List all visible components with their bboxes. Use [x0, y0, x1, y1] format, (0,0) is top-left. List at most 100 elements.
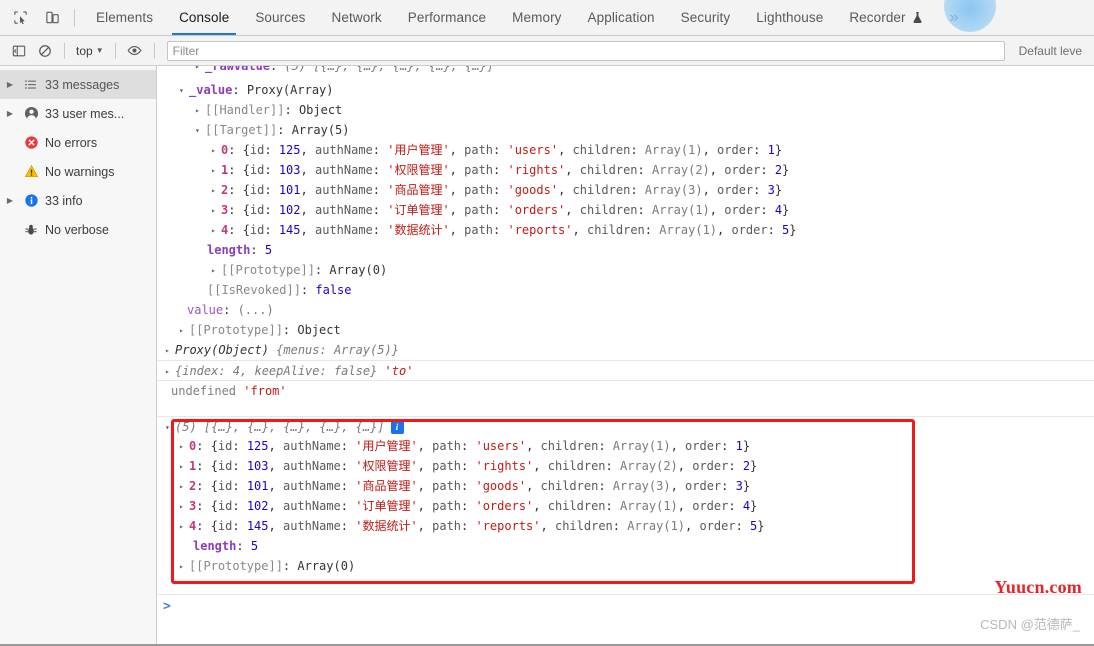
brace: } [757, 519, 765, 533]
inspect-element-icon[interactable] [8, 6, 32, 30]
boxed-array-header[interactable]: ▾ (5) [{…}, {…}, {…}, {…}, {…}] i [157, 416, 1094, 436]
sidebar-item-user-messages[interactable]: ▶ 33 user mes... [0, 99, 156, 128]
log-line-target[interactable]: ▾ [[Target]]: Array(5) [157, 120, 1094, 140]
chevron-right-icon[interactable]: ▸ [165, 362, 175, 382]
chevron-right-icon[interactable]: ▸ [179, 557, 189, 577]
log-line-proxy-object[interactable]: ▸ Proxy(Object) {menus: Array(5)} [157, 340, 1094, 360]
colon: : [598, 439, 613, 453]
console-prompt-row[interactable]: > [157, 594, 1094, 618]
filter-input[interactable] [166, 40, 1005, 61]
tab-lighthouse[interactable]: Lighthouse [743, 0, 836, 35]
sidebar-item-verbose[interactable]: ▶ No verbose [0, 215, 156, 244]
sidebar-item-messages[interactable]: ▶ 33 messages [0, 70, 156, 99]
tab-performance[interactable]: Performance [395, 0, 499, 35]
log-line-route-to[interactable]: ▸ {index: 4, keepAlive: false} 'to' [157, 360, 1094, 380]
object-prototype-row[interactable]: ▸ [[Prototype]]: Object [157, 320, 1094, 340]
more-tabs-button[interactable]: » [936, 0, 973, 35]
sidebar-item-errors[interactable]: ▶ No errors [0, 128, 156, 157]
chevron-right-icon[interactable]: ▸ [179, 497, 189, 517]
target-row-4[interactable]: ▸ 4: {id: 145, authName: '数据统计', path: 'r… [157, 220, 1094, 240]
colon: : [196, 499, 211, 513]
value-plain-value[interactable]: (...) [238, 303, 274, 317]
log-line-value[interactable]: ▾ _value: Proxy(Array) [157, 80, 1094, 100]
console-scroll-area[interactable]: ▸ _rawValue: (5) [{…}, {…}, {…}, {…}, {…}… [157, 66, 1094, 646]
key-order: order [717, 143, 754, 157]
boxed-row-2[interactable]: ▸ 2: {id: 101, authName: '商品管理', path: 'g… [157, 476, 1094, 496]
tab-recorder-label: Recorder [849, 10, 906, 25]
target-row-2[interactable]: ▸ 2: {id: 101, authName: '商品管理', path: 'g… [157, 180, 1094, 200]
live-expression-icon[interactable] [124, 40, 146, 62]
chevron-right-icon[interactable]: ▸ [179, 437, 189, 457]
sidebar-item-warnings[interactable]: ▶ No warnings [0, 157, 156, 186]
target-row-0[interactable]: ▸ 0: {id: 125, authName: '用户管理', path: 'u… [157, 140, 1094, 160]
tab-application[interactable]: Application [575, 0, 668, 35]
value-path: 'rights' [507, 163, 566, 177]
value-order: 1 [767, 143, 775, 157]
colon: : [228, 143, 243, 157]
chevron-down-icon[interactable]: ▾ [179, 81, 189, 101]
device-toolbar-icon[interactable] [40, 6, 64, 30]
tab-memory[interactable]: Memory [499, 0, 574, 35]
tab-recorder[interactable]: Recorder [836, 0, 935, 35]
log-line-rawvalue[interactable]: ▸ _rawValue: (5) [{…}, {…}, {…}, {…}, {…}… [157, 66, 1094, 80]
boxed-prototype-row[interactable]: ▸ [[Prototype]]: Array(0) [157, 556, 1094, 576]
chevron-right-icon[interactable]: ▸ [179, 477, 189, 497]
colon: : [461, 459, 476, 473]
chevron-right-icon[interactable]: ▸ [211, 181, 221, 201]
tab-console[interactable]: Console [166, 0, 242, 35]
colon: : [232, 499, 247, 513]
tab-elements[interactable]: Elements [83, 0, 166, 35]
boxed-row-1[interactable]: ▸ 1: {id: 103, authName: '权限管理', path: 'r… [157, 456, 1094, 476]
info-badge-icon[interactable]: i [390, 421, 404, 434]
colon: : [630, 183, 645, 197]
chevron-right-icon[interactable]: ▸ [211, 201, 221, 221]
key-children: children [540, 479, 599, 493]
tab-sources[interactable]: Sources [242, 0, 318, 35]
colon: : [721, 479, 736, 493]
chevron-down-icon[interactable]: ▾ [195, 121, 205, 141]
chevron-right-icon[interactable]: ▸ [211, 221, 221, 241]
chevron-right-icon[interactable]: ▶ [3, 196, 17, 205]
chevron-right-icon[interactable]: ▸ [211, 161, 221, 181]
tab-network[interactable]: Network [319, 0, 395, 35]
tab-console-label: Console [179, 10, 230, 25]
comma: , [417, 479, 433, 493]
chevron-right-icon[interactable]: ▶ [3, 80, 17, 89]
execution-context-selector[interactable]: top ▼ [73, 44, 107, 58]
console-log-panel[interactable]: ▸ _rawValue: (5) [{…}, {…}, {…}, {…}, {…}… [157, 66, 1094, 646]
sidebar-item-info[interactable]: ▶ 33 info [0, 186, 156, 215]
chevron-down-icon[interactable]: ▾ [165, 418, 175, 438]
key-id: id [217, 459, 233, 473]
tab-security[interactable]: Security [668, 0, 744, 35]
target-prototype-row[interactable]: ▸ [[Prototype]]: Array(0) [157, 260, 1094, 280]
boxed-row-0[interactable]: ▸ 0: {id: 125, authName: '用户管理', path: 'u… [157, 436, 1094, 456]
clear-console-icon[interactable] [34, 40, 56, 62]
log-level-selector[interactable]: Default leve [1009, 44, 1088, 58]
chevron-right-icon[interactable]: ▸ [179, 517, 189, 537]
chevron-right-icon[interactable]: ▶ [3, 109, 17, 118]
log-line-handler[interactable]: ▸ [[Handler]]: Object [157, 100, 1094, 120]
value-path: 'rights' [475, 459, 534, 473]
key-path: path [432, 519, 462, 533]
key-children: children [547, 499, 606, 513]
chevron-right-icon[interactable]: ▸ [179, 321, 189, 341]
show-console-sidebar-icon[interactable] [8, 40, 30, 62]
target-row-3[interactable]: ▸ 3: {id: 102, authName: '订单管理', path: 'o… [157, 200, 1094, 220]
isrevoked-row: [[IsRevoked]]: false [157, 280, 1094, 300]
tab-network-label: Network [331, 10, 382, 25]
boxed-row-4[interactable]: ▸ 4: {id: 145, authName: '数据统计', path: 'r… [157, 516, 1094, 536]
chevron-right-icon[interactable]: ▸ [195, 101, 205, 121]
chevron-right-icon[interactable]: ▸ [211, 261, 221, 281]
log-line-route-from[interactable]: undefined 'from' [157, 380, 1094, 400]
chevron-right-icon[interactable]: ▸ [179, 457, 189, 477]
boxed-row-3[interactable]: ▸ 3: {id: 102, authName: '订单管理', path: 'o… [157, 496, 1094, 516]
prototype-value: Array(0) [297, 559, 356, 573]
target-row-1[interactable]: ▸ 1: {id: 103, authName: '权限管理', path: 'r… [157, 160, 1094, 180]
brace: { [242, 223, 250, 237]
prototype-key: [[Prototype]] [189, 559, 283, 573]
comma: , [300, 183, 315, 197]
chevron-right-icon[interactable]: ▸ [211, 141, 221, 161]
chevron-right-icon[interactable]: ▸ [165, 341, 175, 361]
control-divider-3 [153, 42, 155, 59]
console-control-bar: top ▼ Default leve [0, 36, 1094, 66]
